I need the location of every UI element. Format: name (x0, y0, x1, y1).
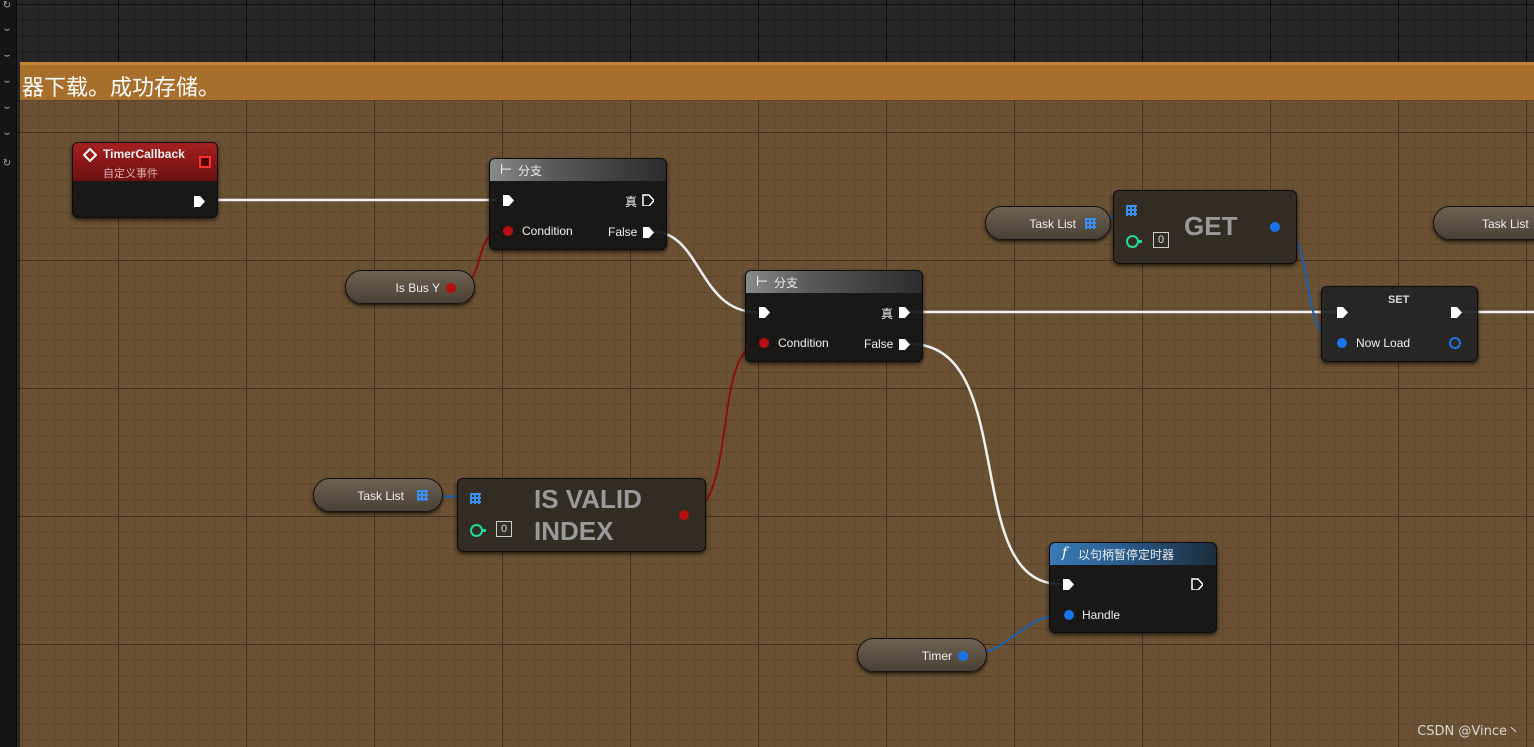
wires-layer (218, 198, 1534, 657)
branch-icon: ⊢ (500, 161, 513, 177)
exec-out-pin[interactable] (1450, 306, 1462, 318)
is-valid-title-line1: IS VALID (534, 484, 642, 514)
handle-pin[interactable] (1064, 610, 1074, 620)
branch-header (746, 271, 922, 293)
branch-title: 分支 (774, 276, 799, 290)
function-icon: f (1062, 545, 1068, 561)
exec-wire (909, 342, 1061, 586)
array-in-pin[interactable] (1126, 205, 1137, 216)
branch-title: 分支 (518, 164, 543, 178)
condition-pin[interactable] (503, 226, 513, 236)
variable-label: Task List (357, 489, 404, 503)
pause-timer-by-handle-node[interactable]: f 以句柄暂停定时器 Handle (1049, 542, 1217, 633)
array-in-pin[interactable] (470, 493, 481, 504)
exec-in-pin[interactable] (758, 306, 770, 318)
variable-label: Timer (921, 649, 952, 663)
variable-label: Task List (1482, 217, 1529, 231)
event-title: TimerCallback (103, 147, 185, 161)
timer-variable-node[interactable]: Timer (857, 638, 987, 672)
exec-in-pin[interactable] (1336, 306, 1348, 318)
task-list-variable-node[interactable]: Task List (313, 478, 443, 512)
is-bus-y-variable-node[interactable]: Is Bus Y (345, 270, 475, 304)
branch-node-1[interactable]: ⊢ 分支 真 Condition False (489, 158, 667, 250)
true-label: 真 (881, 307, 894, 321)
condition-label: Condition (522, 224, 573, 238)
timer-handle-out-pin[interactable] (958, 651, 968, 661)
branch-header (490, 159, 666, 181)
is-valid-index-node[interactable]: IS VALID INDEX 0 (457, 478, 706, 552)
condition-pin[interactable] (759, 338, 769, 348)
delegate-pin[interactable] (199, 156, 211, 168)
exec-out-pin[interactable] (193, 195, 205, 207)
set-title: SET (1388, 294, 1410, 306)
exec-true-pin[interactable] (642, 194, 654, 206)
exec-false-pin[interactable] (898, 338, 910, 350)
index-input[interactable]: 0 (1153, 232, 1169, 248)
is-valid-title-line2: INDEX (534, 516, 614, 546)
blueprint-graph-canvas[interactable]: 器下载。成功存储。 ↻ ⌣ ⌣ ⌣ ⌣ ⌣ ↻ TimerCallback 自定… (0, 0, 1534, 747)
exec-in-pin[interactable] (502, 194, 514, 206)
exec-wire (653, 230, 757, 314)
event-diamond-icon (83, 148, 97, 162)
now-load-label: Now Load (1356, 336, 1411, 350)
now-load-out-pin[interactable] (1449, 337, 1461, 349)
condition-label: Condition (778, 336, 829, 350)
bool-out-pin[interactable] (679, 510, 689, 520)
array-pin-icon[interactable] (1085, 218, 1096, 229)
task-list-variable-node[interactable]: Task List (985, 206, 1111, 240)
watermark: CSDN @Vince丶 (1417, 724, 1520, 739)
index-input[interactable]: 0 (496, 521, 512, 537)
branch-icon: ⊢ (756, 273, 769, 289)
set-variable-node[interactable]: SET Now Load (1321, 286, 1478, 362)
now-load-in-pin[interactable] (1337, 338, 1347, 348)
exec-in-pin[interactable] (1062, 578, 1074, 590)
index-pin[interactable] (1126, 235, 1142, 248)
item-out-pin[interactable] (1270, 222, 1280, 232)
task-list-variable-node[interactable]: Task List (1433, 206, 1534, 240)
bool-out-pin[interactable] (446, 283, 456, 293)
handle-label: Handle (1082, 608, 1121, 622)
true-label: 真 (625, 195, 638, 209)
get-title: GET (1184, 211, 1238, 241)
array-get-node[interactable]: GET 0 (1113, 190, 1297, 264)
exec-false-pin[interactable] (642, 226, 654, 238)
array-pin-icon[interactable] (417, 490, 428, 501)
timer-callback-event-node[interactable]: TimerCallback 自定义事件 (72, 142, 218, 218)
variable-label: Is Bus Y (395, 281, 440, 295)
event-subtitle: 自定义事件 (103, 167, 158, 180)
function-title: 以句柄暂停定时器 (1078, 548, 1175, 562)
branch-node-2[interactable]: ⊢ 分支 真 Condition False (745, 270, 923, 362)
false-label: False (608, 225, 638, 239)
exec-out-pin[interactable] (1191, 578, 1203, 590)
exec-true-pin[interactable] (898, 306, 910, 318)
false-label: False (864, 337, 894, 351)
index-pin[interactable] (470, 524, 486, 537)
variable-label: Task List (1029, 217, 1076, 231)
